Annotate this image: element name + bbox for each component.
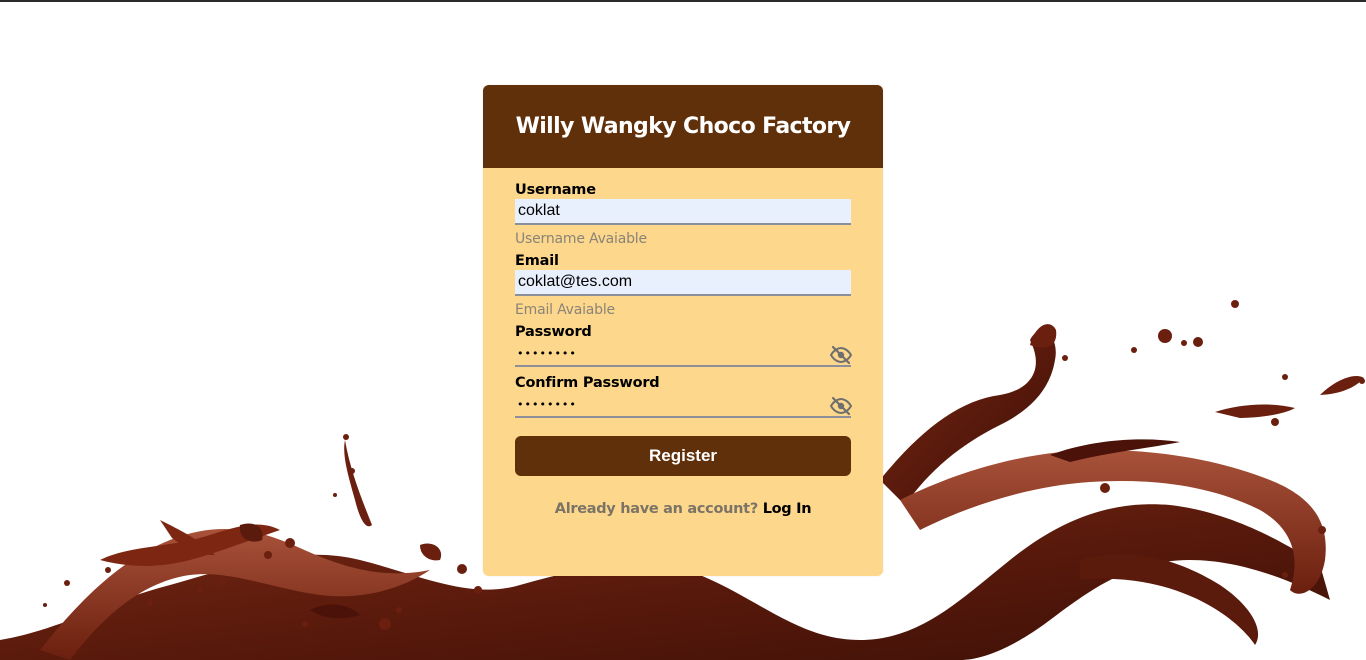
username-status: Username Avaiable [515, 231, 647, 247]
login-prompt-text: Already have an account? [554, 501, 758, 517]
card-header: Willy Wangky Choco Factory [483, 85, 883, 168]
confirm-password-field [515, 392, 853, 418]
eye-slash-icon[interactable] [829, 396, 853, 416]
login-prompt: Already have an account? Log In [515, 501, 851, 517]
login-link[interactable]: Log In [763, 501, 812, 517]
confirm-password-input[interactable] [515, 392, 851, 418]
register-form: Username Username Avaiable Email Email A… [515, 181, 853, 517]
email-input[interactable] [515, 270, 851, 296]
password-input[interactable] [515, 341, 851, 367]
password-label: Password [515, 324, 592, 340]
email-status: Email Avaiable [515, 302, 615, 318]
email-label: Email [515, 253, 559, 269]
password-field [515, 341, 853, 367]
confirm-password-label: Confirm Password [515, 375, 660, 391]
register-button[interactable]: Register [515, 436, 851, 476]
eye-slash-icon[interactable] [829, 345, 853, 365]
app-title: Willy Wangky Choco Factory [515, 114, 851, 139]
register-card: Willy Wangky Choco Factory Username User… [483, 85, 883, 576]
register-page: Willy Wangky Choco Factory Username User… [0, 0, 1366, 660]
username-input[interactable] [515, 199, 851, 225]
username-label: Username [515, 182, 596, 198]
